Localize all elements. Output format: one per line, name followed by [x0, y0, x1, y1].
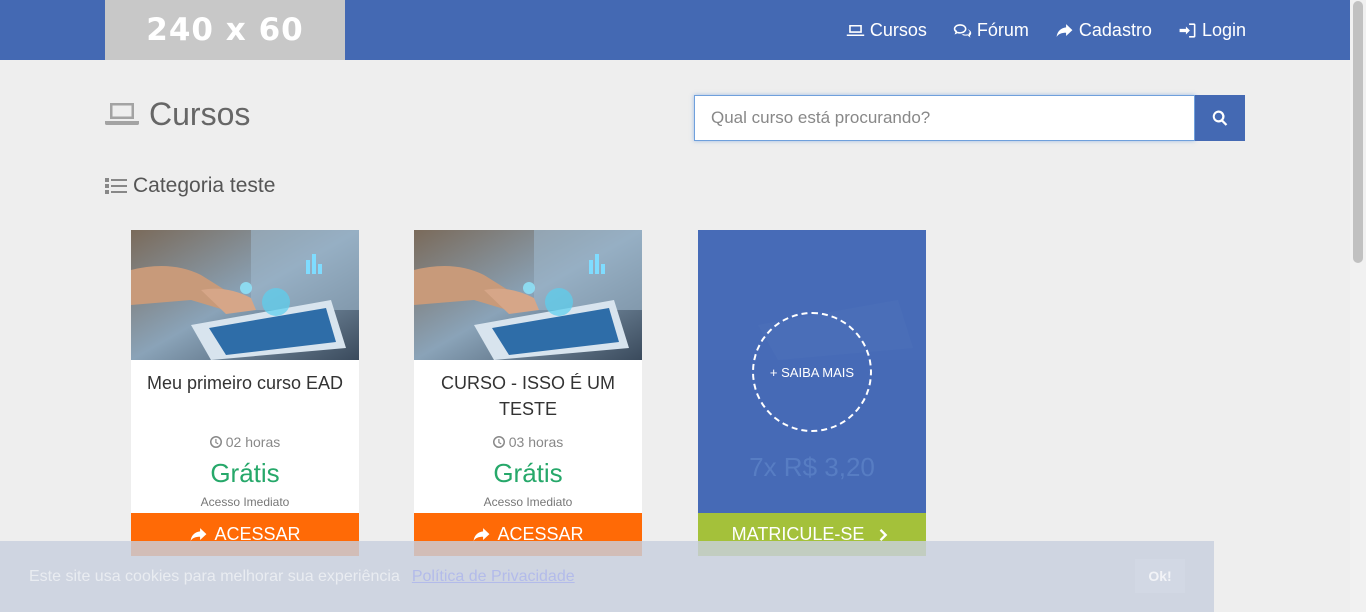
share-arrow-icon [1056, 23, 1073, 37]
list-icon [105, 178, 127, 194]
scroll-thumb[interactable] [1353, 1, 1363, 263]
category-title: Categoria teste [133, 174, 276, 197]
nav-cadastro-label: Cadastro [1078, 19, 1152, 40]
logo-text: 240 x 60 [146, 12, 304, 48]
nav-login-label: Login [1201, 19, 1246, 40]
nav-forum[interactable]: Fórum [953, 20, 1029, 41]
course-card[interactable]: CURSO - ISSO É UM TESTE 03 horas Grátis … [414, 230, 642, 556]
nav-forum-label: Fórum [976, 19, 1029, 40]
card-body: Meu primeiro curso EAD 02 horas Grátis A… [131, 360, 359, 509]
course-hours: 03 horas [414, 434, 642, 450]
laptop-icon [105, 102, 139, 125]
page-title-text: Cursos [149, 96, 251, 132]
course-thumbnail[interactable] [414, 230, 642, 360]
course-card-hover[interactable]: + SAIBA MAIS 7x R$ 3,20 MATRICULE-SE [698, 230, 926, 556]
course-price: Grátis [210, 458, 280, 488]
saiba-mais-label: + SAIBA MAIS [769, 364, 855, 380]
cookie-ok-button[interactable]: Ok! [1135, 559, 1185, 593]
course-hours-text: 02 horas [225, 434, 281, 450]
course-price: Grátis [493, 458, 563, 488]
search-input[interactable] [694, 95, 1195, 141]
card-body: CURSO - ISSO É UM TESTE 03 horas Grátis … [414, 360, 642, 509]
cookie-banner: Este site usa cookies para melhorar sua … [0, 541, 1214, 612]
course-price: 7x R$ 3,20 [749, 452, 875, 482]
course-image [414, 230, 642, 360]
course-hours: 02 horas [131, 434, 359, 450]
nav-login[interactable]: Login [1178, 20, 1246, 41]
course-title[interactable]: CURSO - ISSO É UM TESTE [414, 370, 642, 422]
search-bar [694, 95, 1245, 141]
course-image [131, 230, 359, 360]
clock-icon [492, 436, 505, 448]
course-access: Acesso Imediato [483, 495, 573, 509]
page-title: Cursos [105, 96, 250, 133]
search-icon [1212, 110, 1228, 126]
category-heading: Categoria teste [105, 174, 275, 198]
clock-icon [209, 436, 222, 448]
cookie-text: Este site usa cookies para melhorar sua … [29, 567, 400, 585]
nav-cadastro[interactable]: Cadastro [1055, 20, 1152, 41]
saiba-mais-button[interactable]: + SAIBA MAIS [752, 312, 872, 432]
privacy-policy-link[interactable]: Política de Privacidade [412, 568, 575, 586]
course-card[interactable]: Meu primeiro curso EAD 02 horas Grátis A… [131, 230, 359, 556]
nav-cursos[interactable]: Cursos [846, 20, 927, 41]
sign-in-icon [1179, 22, 1196, 38]
top-navbar: 240 x 60 Cursos Fórum Cadastro Login [0, 0, 1350, 60]
course-thumbnail[interactable] [131, 230, 359, 360]
main-nav: Cursos Fórum Cadastro Login [846, 0, 1246, 60]
scrollbar[interactable] [1350, 0, 1366, 612]
course-access: Acesso Imediato [200, 495, 290, 509]
course-hours-text: 03 horas [508, 434, 564, 450]
nav-cursos-label: Cursos [869, 19, 927, 40]
course-title[interactable]: Meu primeiro curso EAD [131, 370, 359, 422]
comments-icon [953, 23, 972, 38]
logo[interactable]: 240 x 60 [105, 0, 345, 60]
search-button[interactable] [1195, 95, 1245, 141]
laptop-icon [846, 24, 865, 36]
